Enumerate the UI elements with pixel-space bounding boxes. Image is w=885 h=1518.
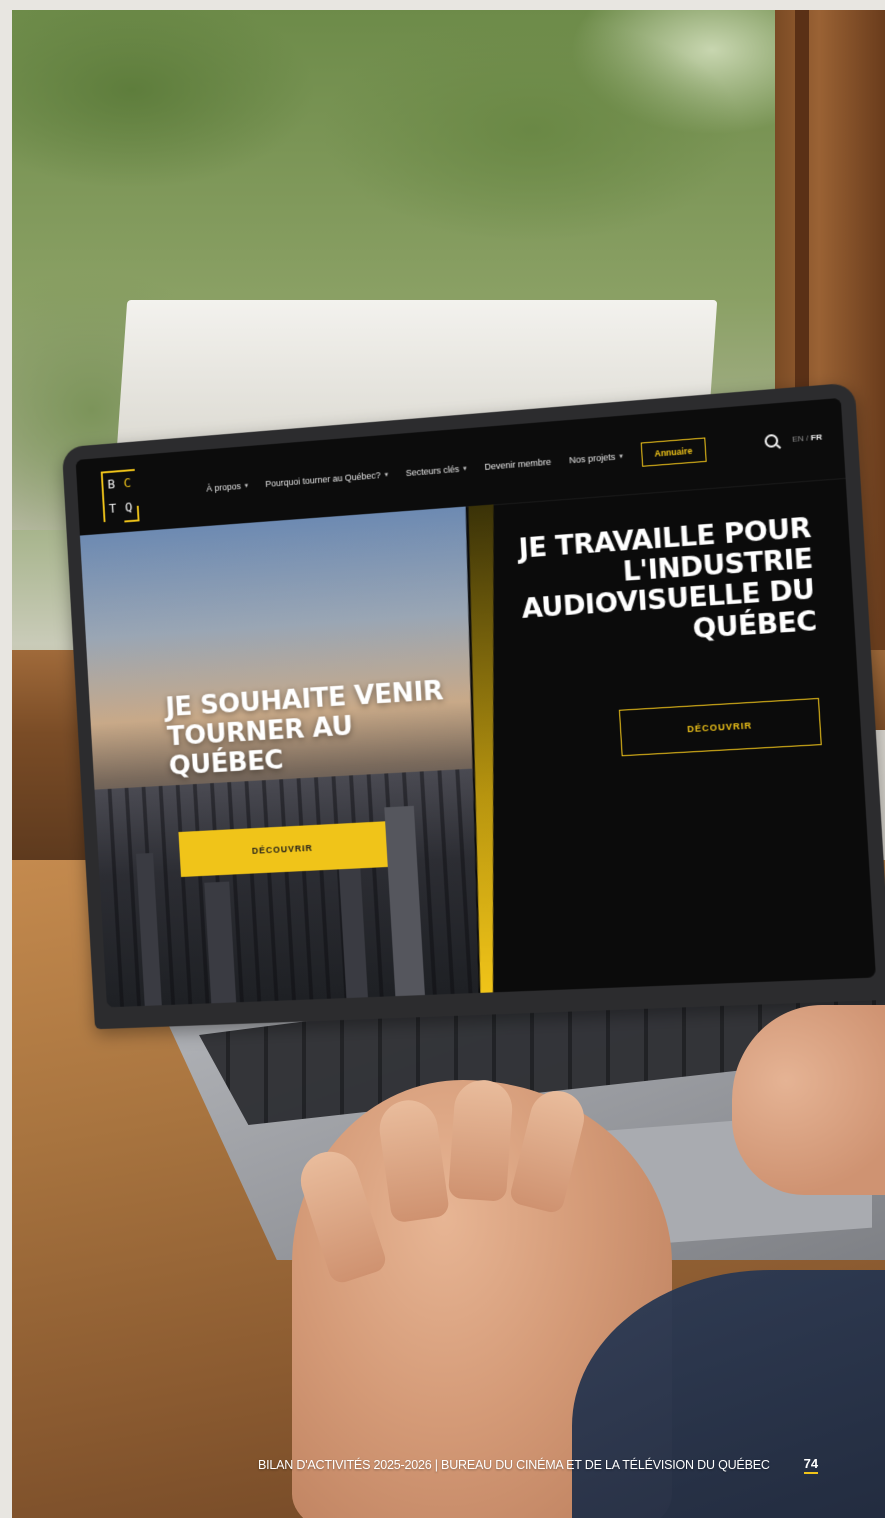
page-number: 74 <box>803 1456 819 1474</box>
logo-letter-q: Q <box>124 500 133 516</box>
page-footer: BILAN D'ACTIVITÉS 2025-2026 | BUREAU DU … <box>258 1456 819 1474</box>
logo-letter-b: B <box>107 477 116 493</box>
city-skyline-image <box>95 769 495 1008</box>
footer-report-title: BILAN D'ACTIVITÉS 2025-2026 | BUREAU DU … <box>258 1458 770 1472</box>
search-icon[interactable] <box>763 433 779 449</box>
skyline-tower <box>204 882 236 1004</box>
skyline-tower <box>339 864 368 998</box>
decouvrir-button-industrie[interactable]: DÉCOUVRIR <box>618 697 822 757</box>
skyline-tower <box>136 852 162 1005</box>
skyline-tower <box>384 806 425 996</box>
logo-letter-c: C <box>123 476 132 492</box>
laptop-screen: B C T Q À propos ▾ Pourquoi tourner au Q… <box>75 397 876 1008</box>
annuaire-button[interactable]: Annuaire <box>640 437 707 467</box>
laptop-lid: B C T Q À propos ▾ Pourquoi tourner au Q… <box>61 382 885 1030</box>
logo-letter-t: T <box>108 501 117 517</box>
chevron-down-icon: ▾ <box>462 465 467 473</box>
nav-item-nos-projets[interactable]: Nos projets ▾ <box>569 451 624 466</box>
chevron-down-icon: ▾ <box>619 453 624 461</box>
chevron-down-icon: ▾ <box>384 471 389 479</box>
hero-right-title: JE TRAVAILLE POUR L'INDUSTRIE AUDIOVISUE… <box>517 512 818 645</box>
nav-item-secteurs-cles[interactable]: Secteurs clés ▾ <box>405 463 466 478</box>
nav-item-pourquoi-tourner[interactable]: Pourquoi tourner au Québec? ▾ <box>265 470 388 489</box>
hero-left-title: JE SOUHAITE VENIR TOURNER AU QUÉBEC <box>164 675 444 783</box>
nav-item-devenir-membre[interactable]: Devenir membre <box>484 457 551 472</box>
language-switcher: EN / FR <box>792 432 822 444</box>
lang-fr-link[interactable]: FR <box>811 432 823 442</box>
background-photo: B C T Q À propos ▾ Pourquoi tourner au Q… <box>12 10 885 1518</box>
nav-menu: À propos ▾ Pourquoi tourner au Québec? ▾… <box>206 437 707 500</box>
lang-en-link[interactable]: EN <box>792 434 804 444</box>
nav-utilities: EN / FR <box>763 430 823 449</box>
chevron-down-icon: ▾ <box>244 482 249 490</box>
bctq-logo[interactable]: B C T Q <box>100 468 138 523</box>
nav-item-a-propos[interactable]: À propos ▾ <box>206 481 249 493</box>
hero-left-panel: JE SOUHAITE VENIR TOURNER AU QUÉBEC DÉCO… <box>80 507 494 1008</box>
finger <box>447 1078 515 1202</box>
lang-separator: / <box>805 433 809 443</box>
